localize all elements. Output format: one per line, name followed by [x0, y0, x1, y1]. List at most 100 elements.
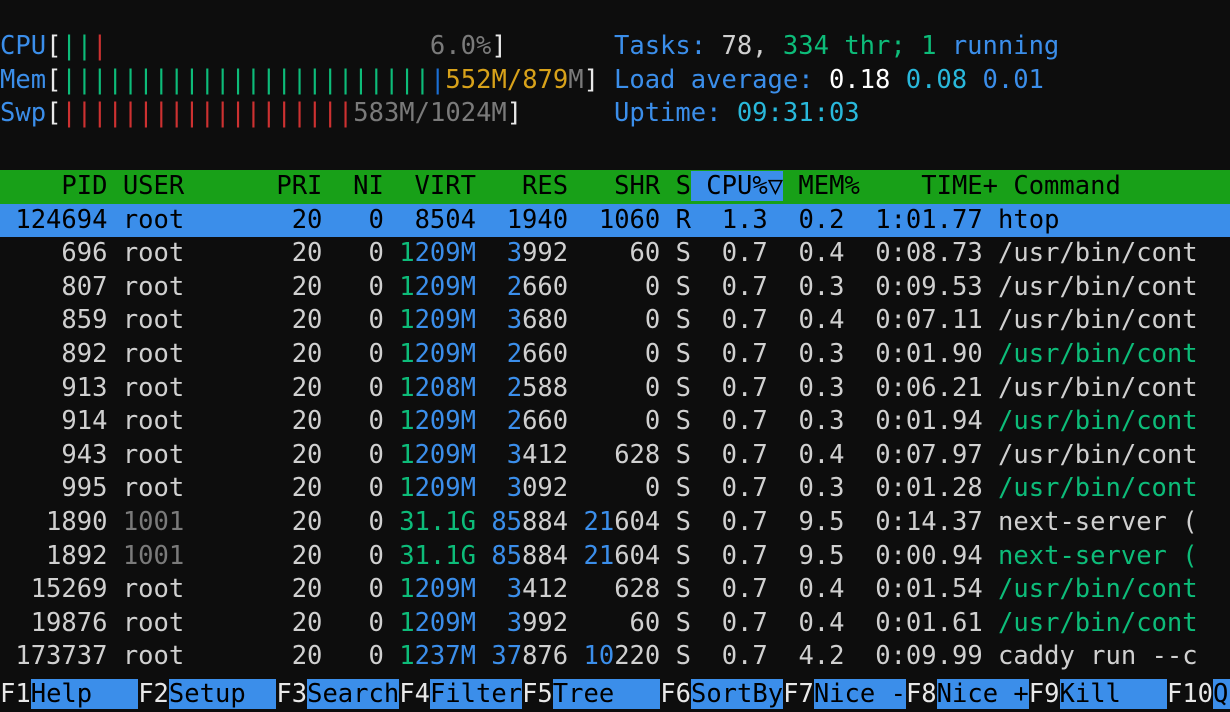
function-key-f4[interactable]: F4 [399, 679, 430, 710]
process-table-header[interactable]: PID USER PRI NI VIRT RES SHR S CPU%▽ MEM… [0, 170, 1230, 204]
cell-shr: 628 [614, 574, 661, 605]
process-row[interactable]: 1890 1001 20 0 31.1G 85884 21604 S 0.7 9… [0, 506, 1230, 540]
cell-ni: 0 [322, 607, 384, 638]
cpu-meter-label: CPU [0, 31, 47, 61]
cell-user: root [122, 338, 261, 369]
swp-bar-segment: | [76, 98, 93, 129]
mem-bar-segment: | [430, 64, 446, 95]
cell-state: S [660, 607, 691, 638]
cell-mem-percent: 0.4 [767, 439, 845, 470]
cell-res-magnitude: 3 [506, 574, 523, 605]
swp-bar-segment: | [337, 98, 354, 129]
function-label-f8[interactable]: Nice + [936, 679, 1029, 710]
threads-label: thr; [844, 31, 906, 61]
function-label-f1[interactable]: Help [30, 679, 139, 710]
process-row[interactable]: 15269 root 20 0 1209M 3412 628 S 0.7 0.4… [0, 573, 1230, 607]
function-key-f8[interactable]: F8 [905, 679, 937, 710]
cpu-meter[interactable]: CPU[||| 6.0%] [0, 30, 507, 64]
cell-res-magnitude: 2 [506, 338, 523, 369]
function-label-f4[interactable]: Filter [429, 679, 523, 710]
process-row[interactable]: 892 root 20 0 1209M 2660 0 S 0.7 0.3 0:0… [0, 338, 1230, 372]
column-header-ni[interactable]: NI [322, 171, 384, 201]
function-label-f3[interactable]: Search [307, 679, 400, 710]
cell-virt-value: 209M [414, 574, 476, 605]
column-header-res[interactable]: RES [476, 171, 568, 201]
function-key-bar[interactable]: F1Help F2Setup F3SearchF4FilterF5Tree F6… [0, 678, 1230, 712]
column-header-user[interactable]: USER [107, 171, 261, 201]
process-row[interactable]: 995 root 20 0 1209M 3092 0 S 0.7 0.3 0:0… [0, 472, 1230, 506]
column-header-time[interactable]: TIME+ [860, 171, 998, 201]
process-row[interactable]: 19876 root 20 0 1209M 3992 60 S 0.7 0.4 … [0, 607, 1230, 641]
function-key-f6[interactable]: F6 [660, 679, 691, 710]
function-key-f10[interactable]: F10 [1166, 679, 1214, 710]
process-row[interactable]: 696 root 20 0 1209M 3992 60 S 0.7 0.4 0:… [0, 237, 1230, 271]
cell-shr: 0 [644, 305, 661, 336]
cell-time: 0:08.73 [844, 238, 983, 269]
function-label-f6[interactable]: SortBy [690, 679, 784, 710]
cell-virt-magnitude: 1 [399, 641, 415, 672]
function-label-f5[interactable]: Tree [552, 679, 661, 710]
cell-virt-value: 209M [414, 238, 476, 269]
swp-meter-open-bracket: [ [46, 98, 62, 129]
function-label-f7[interactable]: Nice - [813, 679, 906, 710]
process-row[interactable]: 1892 1001 20 0 31.1G 85884 21604 S 0.7 9… [0, 540, 1230, 574]
swp-bar-segment: | [245, 98, 262, 129]
column-header-mem[interactable]: MEM% [783, 171, 859, 201]
function-key-f5[interactable]: F5 [522, 679, 553, 710]
cell-res-magnitude: 37 [491, 641, 523, 672]
process-row[interactable]: 173737 root 20 0 1237M 37876 10220 S 0.7… [0, 640, 1230, 674]
column-header-pri[interactable]: PRI [261, 171, 322, 201]
function-key-f1[interactable]: F1 [0, 679, 31, 710]
cell-state: S [660, 473, 691, 504]
process-row[interactable]: 859 root 20 0 1209M 3680 0 S 0.7 0.4 0:0… [0, 304, 1230, 338]
cell-time: 0:01.90 [844, 338, 983, 369]
column-header-cpu[interactable]: CPU%▽ [690, 171, 784, 201]
cell-mem-percent: 0.4 [767, 305, 845, 336]
running-label: running [951, 31, 1060, 61]
cell-state: S [660, 574, 691, 605]
process-row[interactable]: 124694 root 20 0 8504 1940 1060 R 1.3 0.… [0, 203, 1230, 238]
column-header-shr[interactable]: SHR [568, 171, 660, 201]
cell-cpu-percent: 0.7 [690, 238, 768, 269]
function-key-f2[interactable]: F2 [138, 679, 169, 710]
swap-meter[interactable]: Swp[|||||||||||||||||||583M/1024M] [0, 97, 522, 131]
column-header-command[interactable]: Command [998, 171, 1120, 201]
memory-meter[interactable]: Mem[|||||||||||||||||||||||||552M/879M] [0, 64, 599, 98]
mem-bar-segment: | [368, 64, 384, 95]
column-header-virt[interactable]: VIRT [384, 171, 476, 201]
cell-ni: 0 [322, 406, 384, 437]
column-header-s[interactable]: S [660, 171, 691, 201]
cell-cpu-percent: 0.7 [690, 271, 768, 302]
cell-pri: 20 [261, 641, 323, 672]
load-average-15min: 0.01 [982, 64, 1044, 95]
process-row[interactable]: 913 root 20 0 1208M 2588 0 S 0.7 0.3 0:0… [0, 372, 1230, 406]
function-key-f3[interactable]: F3 [276, 679, 308, 710]
cell-pid: 1890 [0, 506, 108, 537]
cpu-bar-segment: | [76, 31, 93, 61]
cell-cpu-percent: 0.7 [690, 574, 768, 605]
function-key-f9[interactable]: F9 [1028, 679, 1060, 710]
cell-virt-magnitude: 1 [399, 238, 415, 269]
mem-bar-segment: | [291, 64, 308, 95]
cell-ni: 0 [322, 473, 384, 504]
process-row[interactable]: 943 root 20 0 1209M 3412 628 S 0.7 0.4 0… [0, 439, 1230, 473]
function-label-f9[interactable]: Kill [1059, 679, 1167, 710]
column-header-pid[interactable]: PID [0, 171, 107, 201]
cell-pid: 173737 [0, 641, 108, 672]
function-label-f2[interactable]: Setup [168, 679, 277, 710]
process-row[interactable]: 807 root 20 0 1209M 2660 0 S 0.7 0.3 0:0… [0, 271, 1230, 305]
function-label-f10[interactable]: Qui [1213, 679, 1230, 710]
function-key-f7[interactable]: F7 [783, 679, 814, 710]
process-row[interactable]: 914 root 20 0 1209M 2660 0 S 0.7 0.3 0:0… [0, 405, 1230, 439]
cell-time: 0:07.97 [844, 439, 983, 470]
